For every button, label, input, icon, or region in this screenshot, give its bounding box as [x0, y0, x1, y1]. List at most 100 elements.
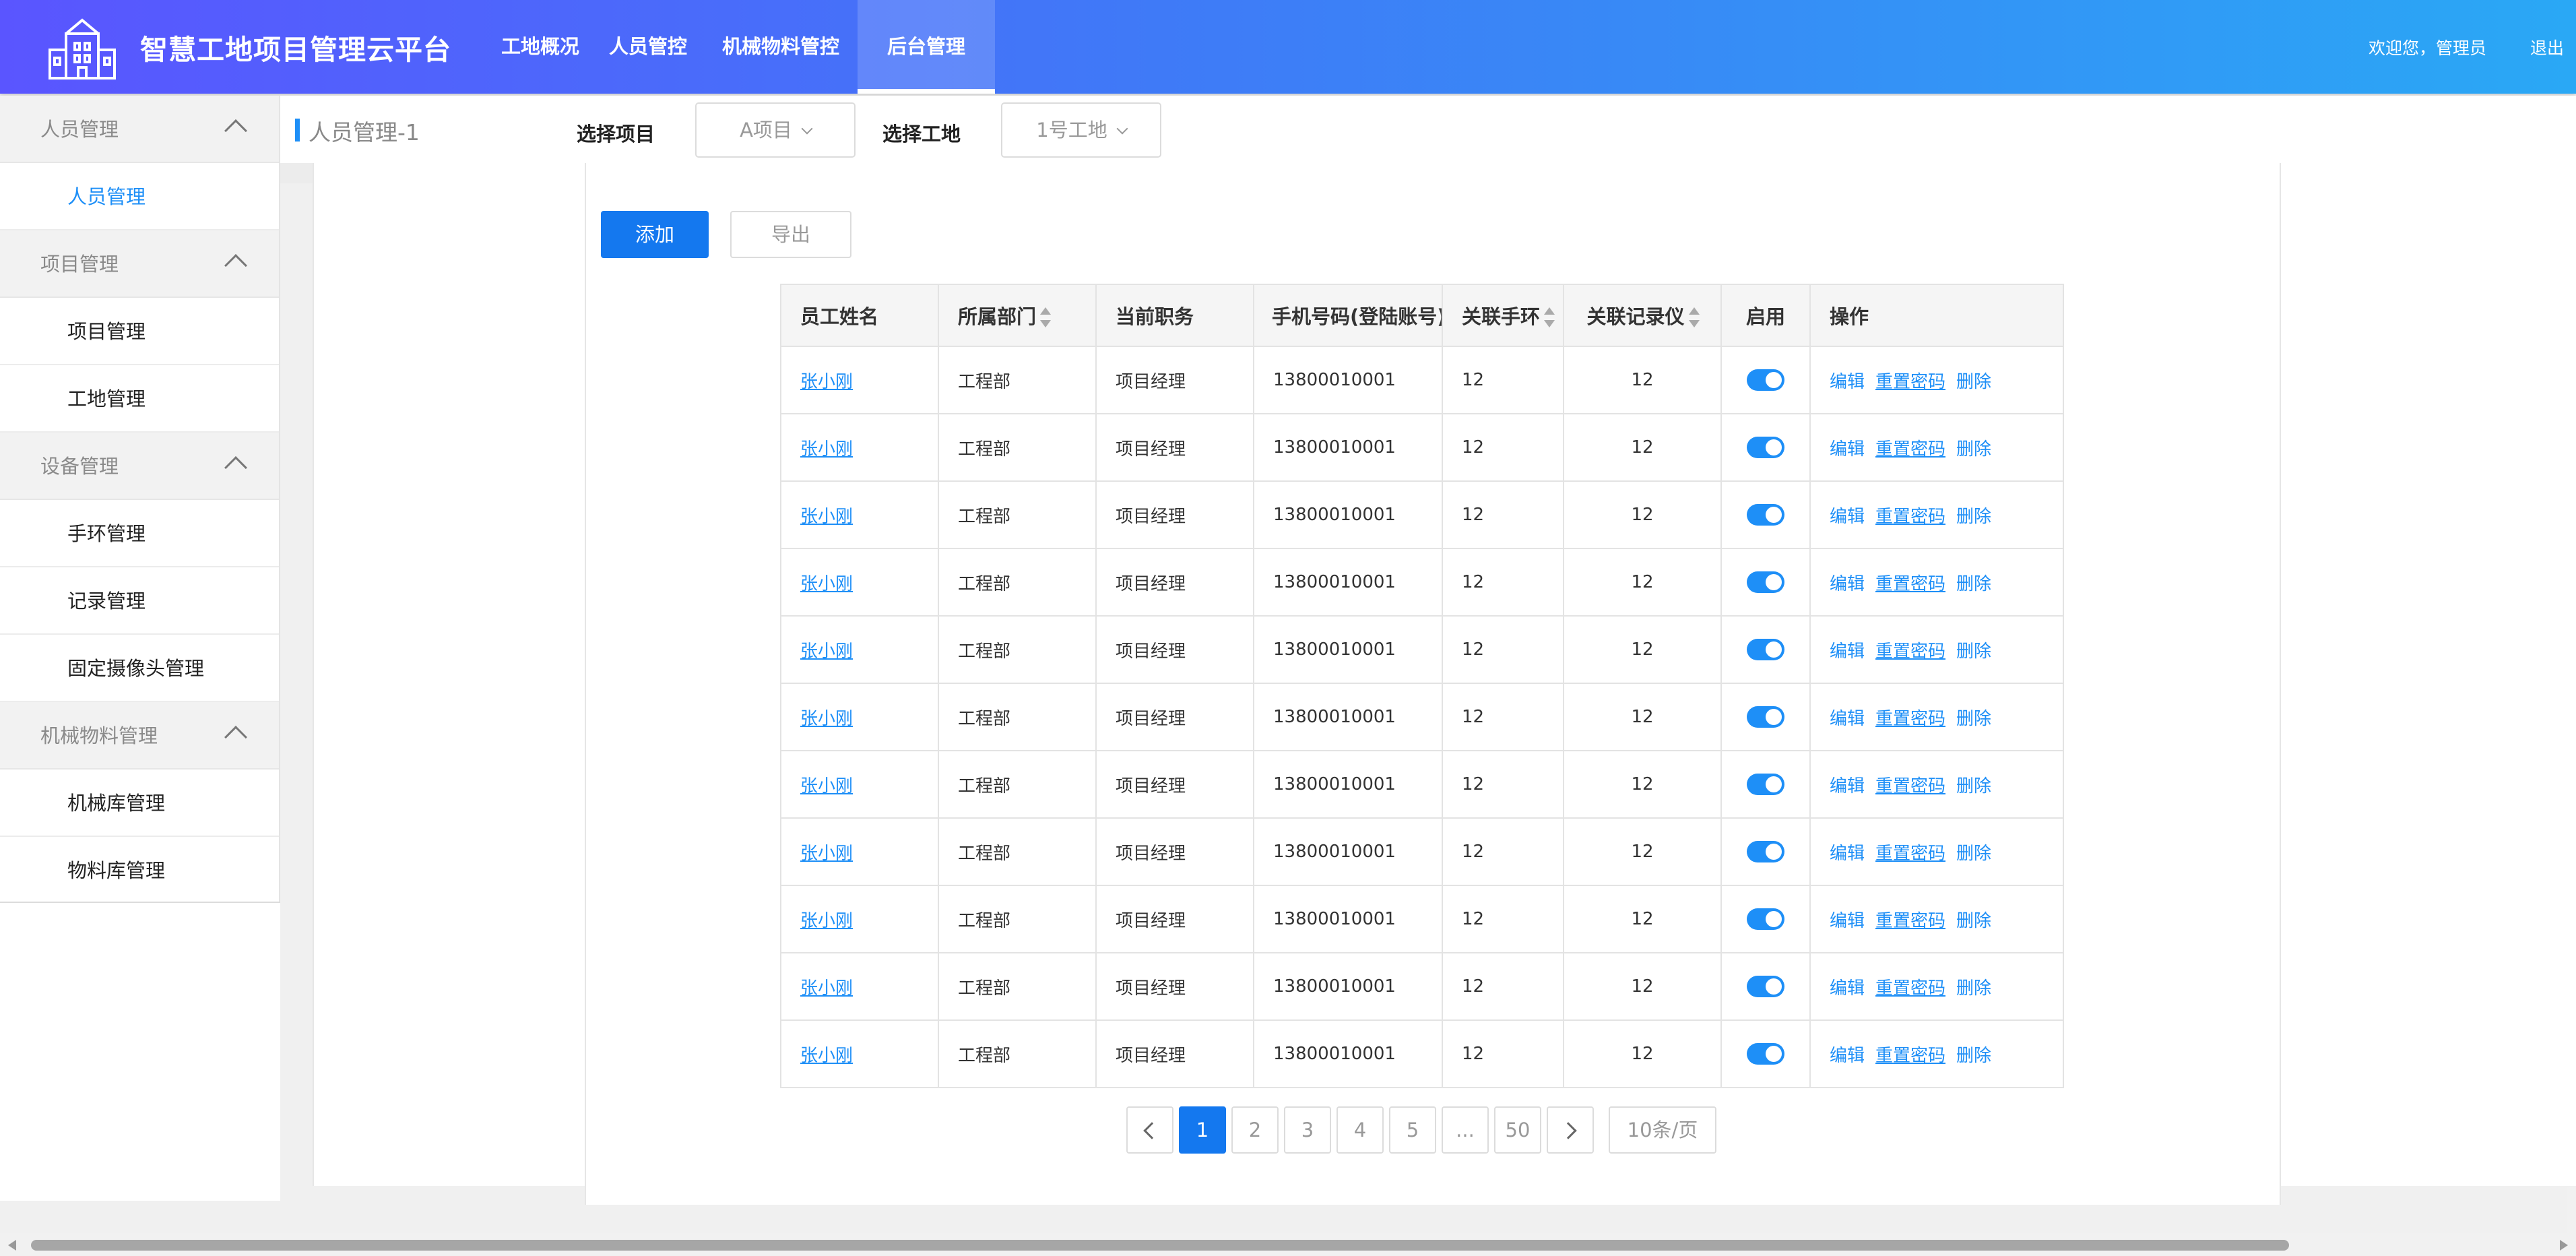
delete-link[interactable]: 删除: [1956, 507, 1991, 527]
enabled-toggle[interactable]: [1747, 841, 1784, 862]
delete-link[interactable]: 删除: [1956, 372, 1991, 392]
col-header-department[interactable]: 所属部门: [938, 284, 1097, 347]
col-header-band[interactable]: 关联手环: [1442, 284, 1564, 347]
sidebar-item-site-management[interactable]: 工地管理: [0, 365, 279, 433]
nav-personnel-control[interactable]: 人员管控: [609, 0, 687, 94]
reset-password-link[interactable]: 重置密码: [1875, 372, 1945, 392]
edit-link[interactable]: 编辑: [1830, 978, 1865, 999]
site-select[interactable]: 1号工地: [1001, 102, 1161, 158]
position-cell: 项目经理: [1095, 885, 1254, 953]
employee-name-link[interactable]: 张小刚: [800, 978, 853, 999]
enabled-toggle[interactable]: [1747, 504, 1784, 526]
vertical-scrollbar[interactable]: [2567, 1187, 2576, 1233]
export-button[interactable]: 导出: [730, 211, 851, 258]
col-header-recorder[interactable]: 关联记录仪: [1563, 284, 1722, 347]
employee-name-link[interactable]: 张小刚: [800, 911, 853, 931]
nav-site-overview[interactable]: 工地概况: [501, 0, 579, 94]
edit-link[interactable]: 编辑: [1830, 372, 1865, 392]
sidebar-group-personnel[interactable]: 人员管理: [0, 96, 279, 163]
sidebar-item-material-library[interactable]: 物料库管理: [0, 837, 279, 904]
sidebar-group-project[interactable]: 项目管理: [0, 230, 279, 298]
sort-icon[interactable]: [1544, 307, 1555, 327]
enabled-toggle[interactable]: [1747, 1043, 1784, 1065]
enabled-toggle[interactable]: [1747, 774, 1784, 795]
page-button[interactable]: 50: [1494, 1106, 1541, 1154]
edit-link[interactable]: 编辑: [1830, 911, 1865, 931]
nav-machinery-material[interactable]: 机械物料管控: [722, 0, 839, 94]
edit-link[interactable]: 编辑: [1830, 641, 1865, 662]
employee-name-link[interactable]: 张小刚: [800, 574, 853, 594]
enabled-toggle[interactable]: [1747, 437, 1784, 458]
sidebar-item-band-management[interactable]: 手环管理: [0, 500, 279, 567]
enabled-toggle[interactable]: [1747, 639, 1784, 660]
sort-icon[interactable]: [1688, 307, 1700, 327]
reset-password-link[interactable]: 重置密码: [1875, 709, 1945, 729]
sidebar-item-personnel-management[interactable]: 人员管理: [0, 163, 279, 230]
page-ellipsis[interactable]: ...: [1442, 1106, 1489, 1154]
sidebar-group-machinery[interactable]: 机械物料管理: [0, 702, 279, 770]
employee-name-link[interactable]: 张小刚: [800, 776, 853, 796]
scrollbar-thumb[interactable]: [31, 1240, 2289, 1251]
page-size-select[interactable]: 10条/页: [1609, 1106, 1716, 1154]
edit-link[interactable]: 编辑: [1830, 507, 1865, 527]
edit-link[interactable]: 编辑: [1830, 1046, 1865, 1066]
enabled-toggle[interactable]: [1747, 976, 1784, 997]
next-page-button[interactable]: [1547, 1106, 1594, 1154]
edit-link[interactable]: 编辑: [1830, 574, 1865, 594]
page-button[interactable]: 1: [1179, 1106, 1226, 1154]
enabled-toggle[interactable]: [1747, 571, 1784, 593]
edit-link[interactable]: 编辑: [1830, 709, 1865, 729]
employee-name-link[interactable]: 张小刚: [800, 507, 853, 527]
sidebar-item-camera-management[interactable]: 固定摄像头管理: [0, 635, 279, 702]
enabled-toggle[interactable]: [1747, 908, 1784, 930]
edit-link[interactable]: 编辑: [1830, 776, 1865, 796]
page-button[interactable]: 4: [1337, 1106, 1384, 1154]
employee-name-link[interactable]: 张小刚: [800, 709, 853, 729]
prev-page-button[interactable]: [1126, 1106, 1173, 1154]
project-select[interactable]: A项目: [695, 102, 856, 158]
reset-password-link[interactable]: 重置密码: [1875, 641, 1945, 662]
scroll-left-arrow-icon[interactable]: [8, 1240, 16, 1251]
employee-name-link[interactable]: 张小刚: [800, 1046, 853, 1066]
sidebar-item-project-management[interactable]: 项目管理: [0, 298, 279, 365]
sort-icon[interactable]: [1040, 307, 1052, 327]
delete-link[interactable]: 删除: [1956, 844, 1991, 864]
page-button[interactable]: 2: [1231, 1106, 1279, 1154]
delete-link[interactable]: 删除: [1956, 574, 1991, 594]
reset-password-link[interactable]: 重置密码: [1875, 1046, 1945, 1066]
edit-link[interactable]: 编辑: [1830, 844, 1865, 864]
reset-password-link[interactable]: 重置密码: [1875, 844, 1945, 864]
scroll-right-arrow-icon[interactable]: [2560, 1240, 2568, 1251]
employee-name-link[interactable]: 张小刚: [800, 372, 853, 392]
page-button[interactable]: 5: [1389, 1106, 1436, 1154]
sidebar-item-machinery-library[interactable]: 机械库管理: [0, 770, 279, 837]
enabled-toggle[interactable]: [1747, 369, 1784, 391]
employee-name-link[interactable]: 张小刚: [800, 844, 853, 864]
delete-link[interactable]: 删除: [1956, 641, 1991, 662]
delete-link[interactable]: 删除: [1956, 776, 1991, 796]
nav-backend-management[interactable]: 后台管理: [858, 0, 995, 94]
position-cell: 项目经理: [1095, 952, 1254, 1021]
delete-link[interactable]: 删除: [1956, 978, 1991, 999]
enabled-toggle[interactable]: [1747, 706, 1784, 728]
reset-password-link[interactable]: 重置密码: [1875, 507, 1945, 527]
reset-password-link[interactable]: 重置密码: [1875, 978, 1945, 999]
sidebar-item-record-management[interactable]: 记录管理: [0, 567, 279, 635]
page-button[interactable]: 3: [1284, 1106, 1331, 1154]
reset-password-link[interactable]: 重置密码: [1875, 574, 1945, 594]
sidebar-group-device[interactable]: 设备管理: [0, 433, 279, 500]
delete-link[interactable]: 删除: [1956, 709, 1991, 729]
reset-password-link[interactable]: 重置密码: [1875, 911, 1945, 931]
recorder-count-cell: 12: [1563, 683, 1722, 751]
reset-password-link[interactable]: 重置密码: [1875, 776, 1945, 796]
logout-link[interactable]: 退出: [2530, 35, 2564, 59]
employee-name-link[interactable]: 张小刚: [800, 641, 853, 662]
delete-link[interactable]: 删除: [1956, 439, 1991, 460]
add-button[interactable]: 添加: [601, 211, 709, 258]
employee-name-link[interactable]: 张小刚: [800, 439, 853, 460]
reset-password-link[interactable]: 重置密码: [1875, 439, 1945, 460]
edit-link[interactable]: 编辑: [1830, 439, 1865, 460]
horizontal-scrollbar[interactable]: [0, 1233, 2576, 1256]
delete-link[interactable]: 删除: [1956, 911, 1991, 931]
delete-link[interactable]: 删除: [1956, 1046, 1991, 1066]
